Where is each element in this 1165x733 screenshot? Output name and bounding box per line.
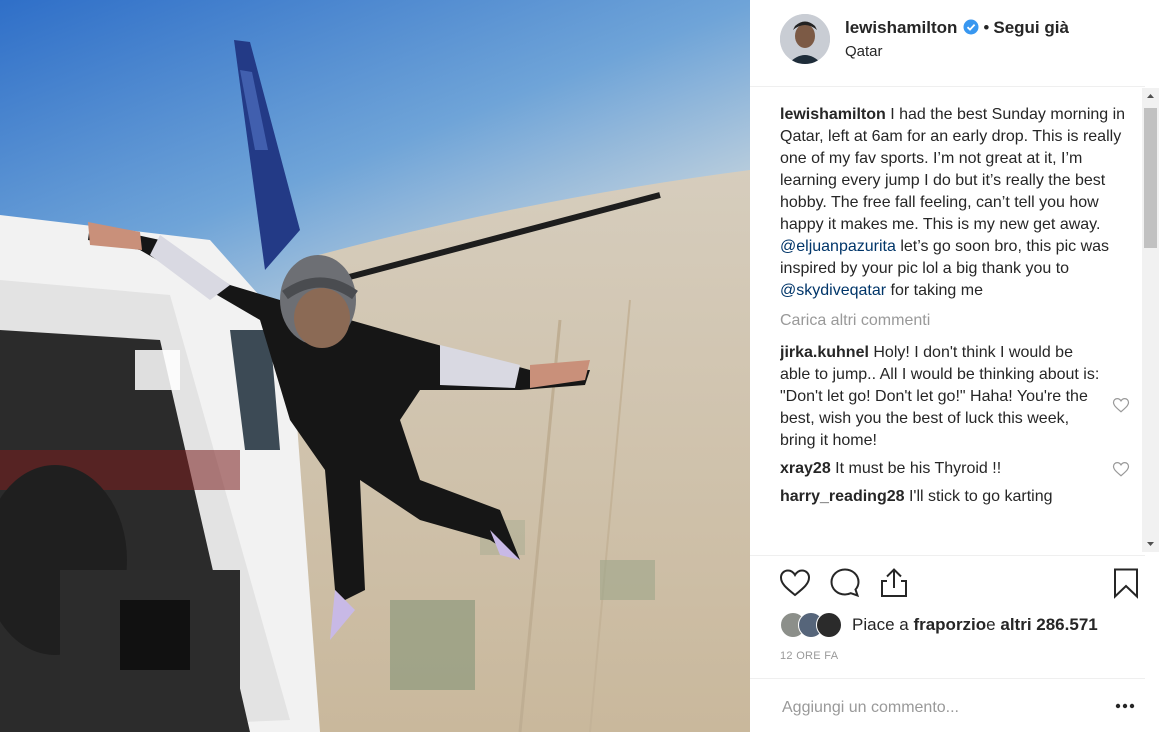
scroll-up-arrow-icon[interactable] — [1142, 88, 1159, 105]
username-link[interactable]: lewishamilton — [845, 18, 957, 37]
scroll-down-arrow-icon[interactable] — [1142, 535, 1159, 552]
likes-summary: Piace a fraporzio e altri 286.571 — [780, 610, 1098, 640]
likers-avatars[interactable] — [780, 612, 842, 638]
post-detail-panel: lewishamilton • Segui già Qatar lewishamil… — [750, 0, 1165, 732]
comment-text: I'll stick to go karting — [904, 488, 1053, 505]
location-link[interactable]: Qatar — [845, 43, 883, 60]
likes-count-link[interactable]: altri 286.571 — [1000, 615, 1097, 635]
comments-list[interactable]: lewishamilton I had the best Sunday morn… — [780, 104, 1130, 554]
comment-text: It must be his Thyroid !! — [830, 460, 1002, 477]
more-options-icon[interactable] — [1112, 695, 1138, 717]
comment-item: jirka.kuhnel Holy! I don't think I would… — [780, 342, 1130, 452]
mention-link[interactable]: @skydiveqatar — [780, 282, 886, 299]
post-timestamp: 12 ORE FA — [780, 650, 839, 662]
heart-icon[interactable] — [778, 566, 812, 600]
comment-username[interactable]: jirka.kuhnel — [780, 344, 869, 361]
avatar[interactable] — [780, 14, 830, 64]
likes-middle: e — [986, 615, 996, 634]
comment-icon[interactable] — [828, 566, 862, 600]
liker-avatar — [816, 612, 842, 638]
mention-link[interactable]: @eljuanpazurita — [780, 238, 896, 255]
caption-text: I had the best Sunday morning in Qatar, … — [780, 106, 1126, 233]
comment-item: xray28 It must be his Thyroid !! — [780, 458, 1130, 480]
like-comment-heart-icon[interactable] — [1112, 460, 1130, 478]
skydiving-photo — [0, 0, 750, 732]
comment-item: harry_reading28 I'll stick to go karting — [780, 486, 1130, 508]
separator-dot: • — [983, 18, 990, 37]
comments-scrollbar[interactable] — [1142, 88, 1159, 552]
verified-badge-icon — [963, 19, 979, 40]
likes-prefix: Piace a — [852, 615, 909, 634]
share-icon[interactable] — [877, 566, 911, 600]
comment-username[interactable]: harry_reading28 — [780, 488, 905, 505]
post-header: lewishamilton • Segui già Qatar — [750, 0, 1145, 87]
avatar-image — [780, 14, 830, 64]
post-photo[interactable] — [0, 0, 750, 732]
bookmark-icon[interactable] — [1109, 566, 1143, 600]
scrollbar-thumb[interactable] — [1144, 108, 1157, 248]
caption-text: for taking me — [886, 282, 984, 299]
liker-username-link[interactable]: fraporzio — [913, 615, 986, 635]
user-line: lewishamilton • Segui già — [845, 18, 1069, 40]
follow-button[interactable]: Segui già — [993, 18, 1069, 37]
post-caption: lewishamilton I had the best Sunday morn… — [780, 104, 1130, 302]
add-comment-input[interactable] — [780, 693, 1094, 723]
load-more-comments-button[interactable]: Carica altri commenti — [780, 310, 1130, 332]
comment-username[interactable]: xray28 — [780, 460, 831, 477]
like-comment-heart-icon[interactable] — [1112, 396, 1130, 414]
add-comment-bar — [750, 678, 1145, 733]
caption-username[interactable]: lewishamilton — [780, 106, 886, 123]
